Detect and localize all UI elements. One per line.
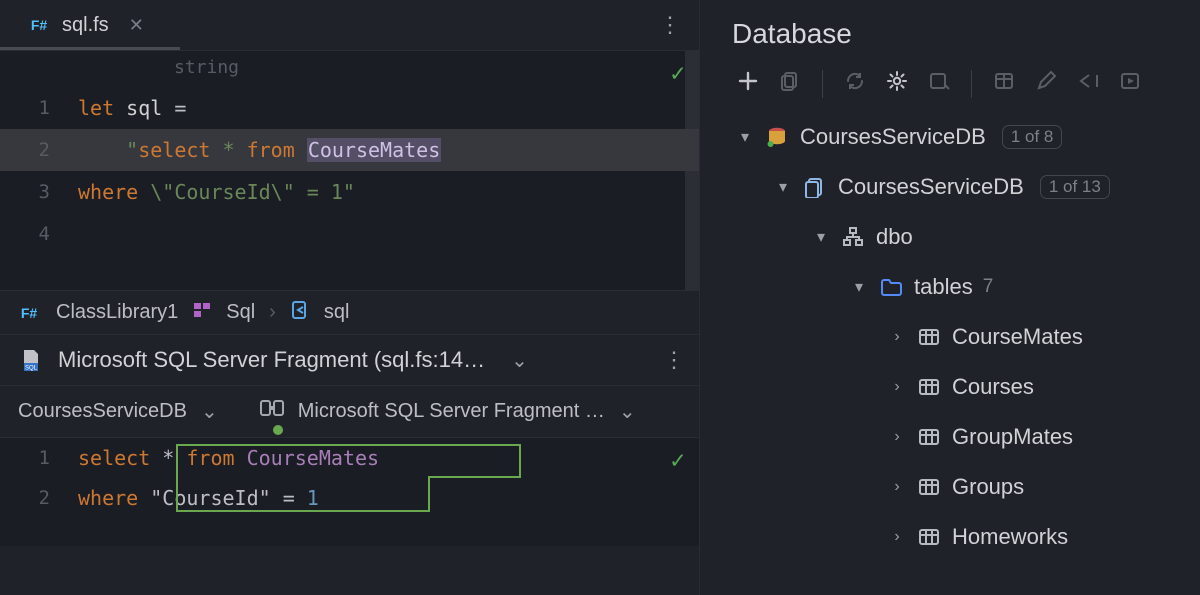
chevron-down-icon[interactable]: ▾ <box>774 177 792 197</box>
line-number: 1 <box>0 97 78 119</box>
type-inlay-hint: string <box>174 57 239 78</box>
chevron-right-icon[interactable]: › <box>888 428 906 446</box>
table-icon <box>916 324 942 350</box>
file-fsharp-icon: F# <box>16 300 42 326</box>
tree-node-table[interactable]: › Courses <box>710 362 1190 412</box>
count-badge: 1 of 13 <box>1040 175 1110 199</box>
stop-icon[interactable] <box>923 70 955 98</box>
line-number: 2 <box>0 139 78 161</box>
chevron-right-icon[interactable]: › <box>888 528 906 546</box>
add-icon[interactable] <box>732 70 764 98</box>
tree-node-database[interactable]: ▾ CoursesServiceDB 1 of 13 <box>710 162 1190 212</box>
chevron-down-icon[interactable]: ⌄ <box>511 348 528 373</box>
chevron-right-icon: › <box>269 301 276 324</box>
code-line[interactable]: 2 "select * from CourseMates <box>0 129 699 171</box>
server-icon <box>764 124 790 150</box>
tree-node-label: dbo <box>876 224 913 250</box>
table-icon <box>916 524 942 550</box>
breadcrumb: F# ClassLibrary1 Sql › sql <box>0 290 699 334</box>
struct-icon <box>192 300 212 326</box>
tree-node-schema[interactable]: ▾ dbo <box>710 212 1190 262</box>
breadcrumb-item[interactable]: Sql <box>226 301 255 324</box>
sql-fragment-title: Microsoft SQL Server Fragment (sql.fs:14… <box>58 347 485 373</box>
editor-tab-sqlfs[interactable]: F# sql.fs ✕ <box>0 0 162 50</box>
chevron-down-icon[interactable]: ▾ <box>812 227 830 247</box>
tree-node-label: CoursesServiceDB <box>838 174 1024 200</box>
datasource-selector[interactable]: CoursesServiceDB <box>18 400 187 423</box>
inspection-pass-icon[interactable]: ✓ <box>671 59 685 87</box>
tree-node-label: Homeworks <box>952 524 1068 550</box>
tree-node-datasource[interactable]: ▾ CoursesServiceDB 1 of 8 <box>710 112 1190 162</box>
tree-node-label: CourseMates <box>952 324 1083 350</box>
chevron-right-icon[interactable]: › <box>888 328 906 346</box>
edit-icon[interactable] <box>1030 70 1062 98</box>
more-icon[interactable]: ⋮ <box>663 347 685 373</box>
database-toolbar <box>700 70 1200 112</box>
editor-tabbar: F# sql.fs ✕ ⋮ <box>0 0 699 50</box>
chevron-right-icon[interactable]: › <box>888 478 906 496</box>
gear-icon[interactable] <box>881 70 913 98</box>
more-icon[interactable]: ⋮ <box>659 12 681 38</box>
code-line[interactable]: 3 where \"CourseId\" = 1" <box>0 171 699 213</box>
line-number: 4 <box>0 223 78 245</box>
code-line[interactable]: 4 <box>0 213 699 255</box>
tree-node-table[interactable]: › CourseMates <box>710 312 1190 362</box>
script-icon <box>290 300 310 326</box>
line-number: 2 <box>0 487 78 509</box>
sql-fragment-editor[interactable]: ✓ 1 select * from CourseMates 2 where "C… <box>0 438 699 546</box>
schema-icon <box>840 224 866 250</box>
table-icon <box>916 424 942 450</box>
tree-node-table[interactable]: › GroupMates <box>710 412 1190 462</box>
svg-text:SQL: SQL <box>25 366 38 372</box>
folder-icon <box>878 274 904 300</box>
chevron-down-icon[interactable]: ⌄ <box>201 399 218 424</box>
count-label: 7 <box>983 276 994 298</box>
tree-node-label: GroupMates <box>952 424 1073 450</box>
file-fsharp-icon: F# <box>26 12 52 38</box>
breadcrumb-item[interactable]: ClassLibrary1 <box>56 301 178 324</box>
chevron-right-icon[interactable]: › <box>888 378 906 396</box>
database-tool-window: Database ▾ CoursesServiceDB 1 of 8 ▾ <box>700 0 1200 595</box>
code-line[interactable]: 1 let sql = <box>0 87 699 129</box>
inspection-pass-icon[interactable]: ✓ <box>671 446 685 474</box>
tree-node-table[interactable]: › Groups <box>710 462 1190 512</box>
database-tree[interactable]: ▾ CoursesServiceDB 1 of 8 ▾ CoursesServi… <box>700 112 1200 562</box>
count-badge: 1 of 8 <box>1002 125 1063 149</box>
database-icon <box>802 174 828 200</box>
code-line[interactable]: 1 select * from CourseMates <box>0 438 699 478</box>
jump-back-icon[interactable] <box>1072 70 1104 98</box>
copy-icon[interactable] <box>774 70 806 98</box>
run-icon[interactable] <box>1114 70 1146 98</box>
tree-node-tables-folder[interactable]: ▾ tables 7 <box>710 262 1190 312</box>
refresh-icon[interactable] <box>839 70 871 98</box>
tree-node-label: Courses <box>952 374 1034 400</box>
tree-node-label: CoursesServiceDB <box>800 124 986 150</box>
code-line[interactable]: 2 where "CourseId" = 1 <box>0 478 699 518</box>
close-icon[interactable]: ✕ <box>129 15 144 36</box>
chevron-down-icon[interactable]: ▾ <box>736 127 754 147</box>
dialect-selector[interactable]: Microsoft SQL Server Fragment … <box>298 400 605 423</box>
table-icon <box>916 374 942 400</box>
chevron-down-icon[interactable]: ▾ <box>850 277 868 297</box>
database-panel-title: Database <box>700 8 1200 70</box>
table-icon <box>916 474 942 500</box>
sql-context-bar: CoursesServiceDB ⌄ Microsoft SQL Server … <box>0 386 699 438</box>
sql-fragment-header: SQL Microsoft SQL Server Fragment (sql.f… <box>0 334 699 386</box>
tree-node-label: Groups <box>952 474 1024 500</box>
breadcrumb-item[interactable]: sql <box>324 301 350 324</box>
tree-node-table[interactable]: › Homeworks <box>710 512 1190 562</box>
dialect-icon <box>260 398 284 426</box>
line-number: 3 <box>0 181 78 203</box>
editor-tab-filename: sql.fs <box>62 14 109 37</box>
line-number: 1 <box>0 447 78 469</box>
table-view-icon[interactable] <box>988 70 1020 98</box>
sql-file-icon: SQL <box>18 347 44 373</box>
code-editor[interactable]: string ✓ 1 let sql = 2 "select * from Co… <box>0 50 699 290</box>
chevron-down-icon[interactable]: ⌄ <box>619 399 636 424</box>
tree-node-label: tables <box>914 274 973 300</box>
